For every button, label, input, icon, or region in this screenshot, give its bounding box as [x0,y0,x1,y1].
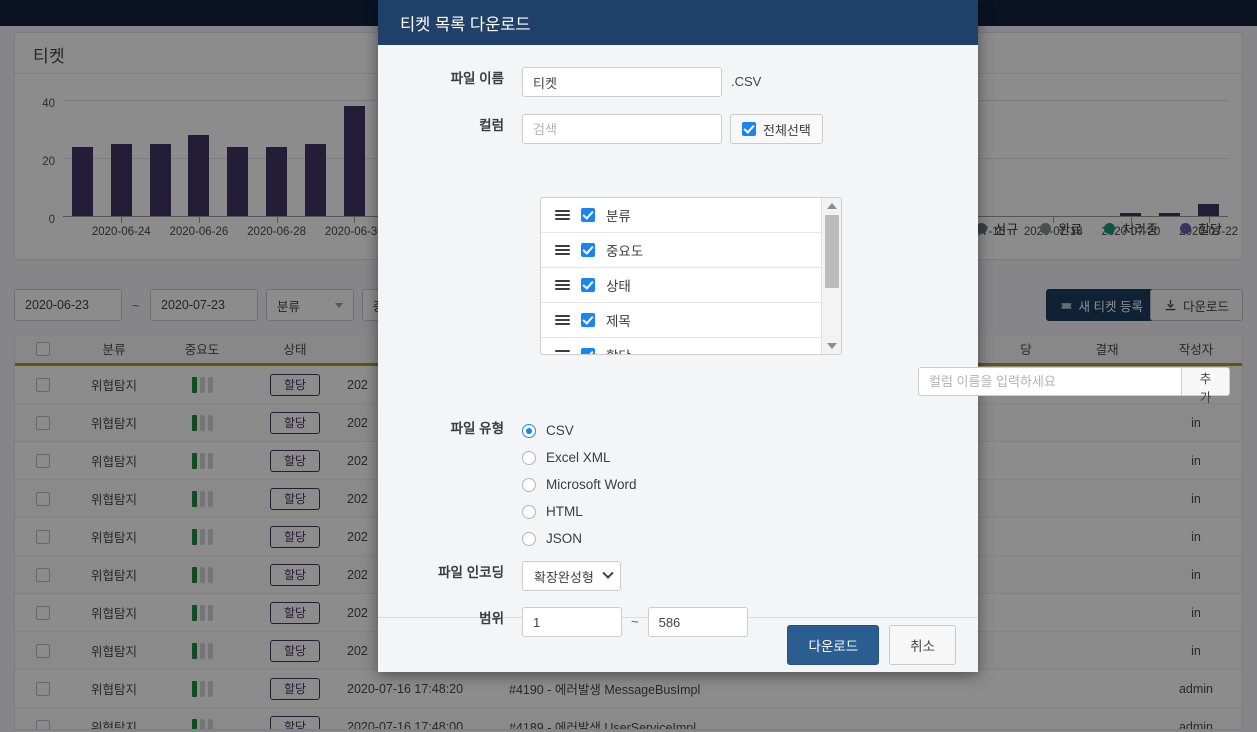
column-item-label: 중요도 [606,244,644,259]
filename-input[interactable] [522,67,722,97]
scrollbar-thumb[interactable] [825,215,840,288]
checkbox-checked-icon[interactable] [581,313,595,327]
dialog-body: 파일 이름 .CSV 컬럼 전체선택 분류중요도상태제목할당 추가 [378,45,1230,637]
filetype-label: 파일 유형 [450,421,504,436]
filetype-radio-microsoft-word[interactable]: Microsoft Word [522,471,637,498]
columns-search-row: 컬럼 전체선택 [378,114,978,144]
filetype-row: 파일 유형 CSV Excel XML Microsoft Word HTML JSON [378,417,978,552]
filename-extension: .CSV [731,74,762,89]
column-item-label: 상태 [606,279,631,294]
radio-button [522,477,536,492]
add-column-button[interactable]: 추가 [1181,367,1230,405]
encoding-label: 파일 인코딩 [438,565,504,580]
drag-handle-icon[interactable] [555,245,570,255]
filetype-option-label: Microsoft Word [546,477,637,492]
filename-row: 파일 이름 .CSV [378,67,978,97]
filetype-radio-json[interactable]: JSON [522,525,637,552]
drag-handle-icon[interactable] [555,315,570,325]
chevron-down-icon [602,567,614,579]
radio-button [522,423,536,438]
filetype-option-label: JSON [546,531,583,546]
columns-label: 컬럼 [479,118,504,133]
drag-handle-icon[interactable] [555,350,570,354]
filetype-radio-csv[interactable]: CSV [522,417,637,444]
range-label: 범위 [479,611,504,626]
column-list[interactable]: 분류중요도상태제목할당 [540,197,842,355]
dialog-title-bar: 티켓 목록 다운로드 [378,0,978,45]
add-column-input[interactable] [918,367,1182,396]
filetype-radio-html[interactable]: HTML [522,498,637,525]
encoding-select[interactable]: 확장완성형 [522,561,621,591]
filetype-option-label: CSV [546,423,574,438]
range-tilde: ~ [631,614,639,629]
column-list-item[interactable]: 중요도 [541,233,822,268]
filetype-radio-group: CSV Excel XML Microsoft Word HTML JSON [522,417,637,552]
checkbox-checked-icon[interactable] [581,243,595,257]
select-all-columns-checkbox[interactable]: 전체선택 [730,114,823,144]
column-list-item[interactable]: 분류 [541,198,822,233]
radio-button [522,531,536,546]
filename-label: 파일 이름 [450,71,504,86]
scroll-down-arrow-icon[interactable] [826,343,837,349]
range-to-input[interactable] [647,607,748,637]
checkbox-checked-icon [742,122,756,136]
encoding-row: 파일 인코딩 확장완성형 [378,561,978,591]
column-list-item[interactable]: 할당 [541,338,822,354]
column-list-item[interactable]: 제목 [541,303,822,338]
radio-button [522,450,536,465]
range-from-input[interactable] [522,607,622,637]
column-item-label: 분류 [606,209,631,224]
checkbox-checked-icon[interactable] [581,208,595,222]
checkbox-checked-icon[interactable] [581,278,595,292]
encoding-value: 확장완성형 [534,569,594,585]
select-all-label: 전체선택 [763,122,811,138]
download-dialog: 티켓 목록 다운로드 파일 이름 .CSV 컬럼 전체선택 분류중요도상태제목할… [378,0,1230,672]
column-list-items: 분류중요도상태제목할당 [541,198,822,354]
drag-handle-icon[interactable] [555,210,570,220]
drag-handle-icon[interactable] [555,280,570,290]
add-column-row: 추가 [918,367,1230,405]
radio-button [522,504,536,519]
column-item-label: 제목 [606,314,631,329]
filetype-option-label: HTML [546,504,583,519]
column-list-item[interactable]: 상태 [541,268,822,303]
column-item-label: 할당 [606,345,631,354]
scroll-up-arrow-icon[interactable] [826,203,837,209]
checkbox-checked-icon[interactable] [581,348,595,354]
dialog-title: 티켓 목록 다운로드 [400,15,531,34]
column-search-input[interactable] [522,114,722,144]
filetype-option-label: Excel XML [546,450,611,465]
range-row: 범위 ~ [378,607,978,637]
column-list-scrollbar[interactable] [821,198,841,354]
filetype-radio-excel-xml[interactable]: Excel XML [522,444,637,471]
